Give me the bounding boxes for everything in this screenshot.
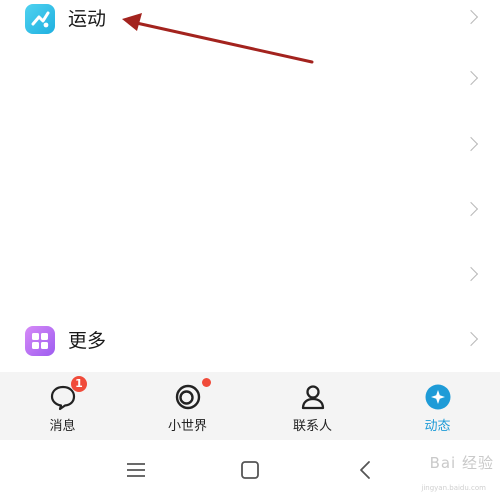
- list-item-sport[interactable]: 运动: [0, 0, 500, 44]
- tab-label: 联系人: [292, 419, 332, 434]
- list-item[interactable]: [0, 55, 500, 105]
- chevron-right-icon: [463, 266, 479, 282]
- list-item-label: 更多: [68, 330, 107, 352]
- tab-contacts[interactable]: 联系人: [250, 372, 375, 440]
- chevron-right-icon: [463, 9, 479, 25]
- chevron-right-icon: [463, 136, 479, 152]
- menu-icon[interactable]: [122, 458, 152, 482]
- running-icon: [25, 4, 55, 34]
- list-item-label: 运动: [68, 8, 107, 30]
- tab-small-world[interactable]: 小世界: [125, 372, 250, 440]
- new-dot: [202, 378, 211, 387]
- tab-messages[interactable]: 1 消息: [0, 372, 125, 440]
- settings-list: 运动 更多: [0, 0, 500, 372]
- tab-label: 消息: [49, 419, 76, 434]
- chevron-right-icon: [463, 70, 479, 86]
- list-item[interactable]: [0, 251, 500, 301]
- home-icon[interactable]: [236, 458, 266, 482]
- bottom-tab-bar: 1 消息 小世界 联系人 动态: [0, 372, 500, 440]
- tab-label: 动态: [424, 419, 451, 434]
- watermark-url: jingyan.baidu.com: [421, 484, 486, 492]
- grid-more-icon: [25, 326, 55, 356]
- star-planet-icon: [423, 382, 453, 412]
- tab-label: 小世界: [167, 419, 207, 434]
- small-world-icon: [173, 382, 203, 412]
- list-item[interactable]: [0, 121, 500, 171]
- chevron-right-icon: [463, 331, 479, 347]
- list-item[interactable]: [0, 186, 500, 236]
- contact-person-icon: [298, 382, 328, 412]
- chevron-right-icon: [463, 201, 479, 217]
- watermark: Bai 经验: [429, 454, 494, 472]
- list-item-more[interactable]: 更多: [0, 316, 500, 366]
- back-icon[interactable]: [352, 458, 382, 482]
- tab-feed[interactable]: 动态: [375, 372, 500, 440]
- unread-badge: 1: [71, 376, 87, 392]
